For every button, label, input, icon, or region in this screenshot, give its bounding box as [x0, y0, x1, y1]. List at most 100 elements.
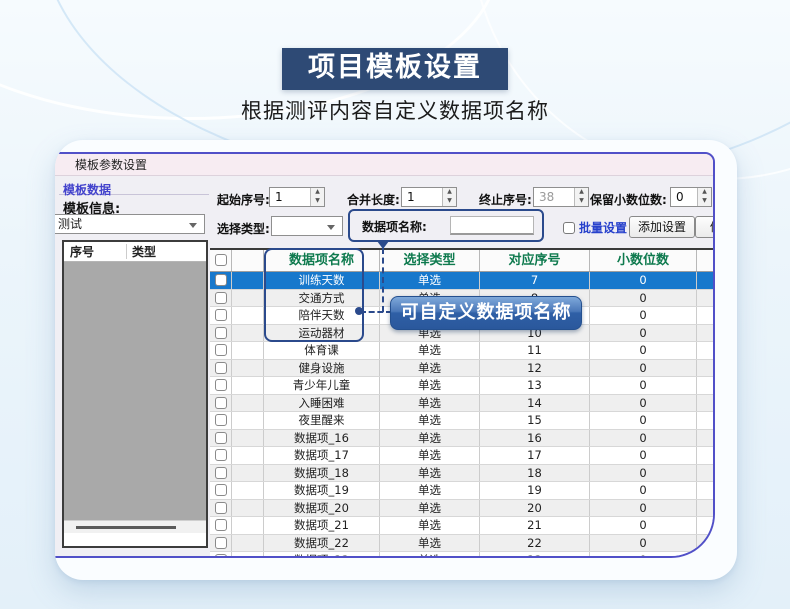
template-list-body[interactable] [64, 262, 206, 520]
select-all-checkbox[interactable] [215, 254, 227, 266]
spinner-arrows-icon[interactable]: ▲▼ [442, 188, 456, 206]
row-checkbox[interactable] [215, 467, 227, 479]
row-checkbox[interactable] [215, 344, 227, 356]
select-type-cell: 单选 [380, 535, 480, 552]
table-row[interactable]: 训练天数单选70 [210, 272, 715, 290]
table-row[interactable]: 数据项_22单选220 [210, 535, 715, 553]
start-serial-stepper[interactable]: 1 ▲▼ [269, 187, 325, 207]
decimals-cell: 0 [590, 360, 697, 377]
row-checkbox[interactable] [215, 414, 227, 426]
add-setting-button[interactable]: 添加设置 [629, 216, 695, 238]
row-handle-cell [232, 482, 264, 499]
row-checkbox[interactable] [215, 379, 227, 391]
template-list-header: 序号 类型 [64, 242, 206, 262]
table-row[interactable]: 入睡困难单选140 [210, 395, 715, 413]
item-name-cell: 青少年儿童 [264, 377, 380, 394]
row-checkbox[interactable] [215, 484, 227, 496]
row-handle-cell [232, 412, 264, 429]
row-handle-cell [232, 552, 264, 558]
table-row[interactable]: 数据项_23单选230 [210, 552, 715, 558]
item-name-cell: 数据项_19 [264, 482, 380, 499]
row-checkbox[interactable] [215, 292, 227, 304]
row-handle-cell [232, 360, 264, 377]
merge-length-stepper[interactable]: 1 ▲▼ [401, 187, 457, 207]
clipped-cell [697, 482, 715, 499]
row-checkbox[interactable] [215, 519, 227, 531]
select-type-dropdown[interactable] [271, 216, 343, 236]
dashed-connector-horizontal [360, 311, 392, 313]
row-checkbox[interactable] [215, 274, 227, 286]
header-separator [126, 244, 127, 259]
select-type-cell: 单选 [380, 395, 480, 412]
start-serial-label: 起始序号: [217, 191, 270, 208]
row-checkbox[interactable] [215, 309, 227, 321]
table-row[interactable]: 数据项_20单选200 [210, 500, 715, 518]
checkbox-icon [563, 222, 575, 234]
clipped-cell [697, 465, 715, 482]
row-handle-cell [232, 395, 264, 412]
table-row[interactable]: 夜里醒来单选150 [210, 412, 715, 430]
item-name-cell: 数据项_16 [264, 430, 380, 447]
template-item-list[interactable]: 序号 类型 [62, 240, 208, 548]
item-name-cell: 数据项_18 [264, 465, 380, 482]
batch-setting-label: 批量设置 [579, 219, 627, 236]
row-checkbox[interactable] [215, 362, 227, 374]
group-label: 模板数据 [63, 181, 111, 198]
header-decimals[interactable]: 小数位数 [590, 250, 697, 271]
table-row[interactable]: 数据项_19单选190 [210, 482, 715, 500]
serial-cell: 15 [480, 412, 590, 429]
header-item-name[interactable]: 数据项名称 [264, 250, 380, 271]
table-row[interactable]: 数据项_17单选170 [210, 447, 715, 465]
end-serial-value: 38 [534, 188, 574, 206]
batch-setting-checkbox[interactable]: 批量设置 [563, 219, 627, 236]
clipped-cell [697, 535, 715, 552]
clipped-cell [697, 272, 715, 289]
item-name-label: 数据项名称: [362, 218, 427, 235]
table-row[interactable]: 青少年儿童单选130 [210, 377, 715, 395]
clipped-cell [697, 307, 715, 324]
spinner-arrows-icon[interactable]: ▲▼ [310, 188, 324, 206]
horizontal-scrollbar[interactable] [64, 520, 206, 533]
decimals-cell: 0 [590, 290, 697, 307]
table-row[interactable]: 数据项_21单选210 [210, 517, 715, 535]
row-checkbox[interactable] [215, 554, 227, 558]
decimals-cell: 0 [590, 342, 697, 359]
decimal-places-stepper[interactable]: 0 ▲▼ [670, 187, 712, 207]
row-handle-cell [232, 342, 264, 359]
decimals-cell: 0 [590, 325, 697, 342]
table-row[interactable]: 健身设施单选120 [210, 360, 715, 378]
select-type-cell: 单选 [380, 272, 480, 289]
dashed-connector-vertical [382, 248, 384, 312]
spinner-arrows-icon: ▲▼ [574, 188, 588, 206]
select-type-cell: 单选 [380, 342, 480, 359]
row-handle-cell [232, 325, 264, 342]
chevron-down-icon [189, 223, 197, 228]
row-handle-cell [232, 500, 264, 517]
row-checkbox[interactable] [215, 397, 227, 409]
header-serial[interactable]: 对应序号 [480, 250, 590, 271]
select-type-cell: 单选 [380, 360, 480, 377]
row-checkbox[interactable] [215, 432, 227, 444]
spinner-arrows-icon[interactable]: ▲▼ [697, 188, 711, 206]
table-row[interactable]: 体育课单选110 [210, 342, 715, 360]
item-name-input[interactable] [450, 216, 534, 235]
item-name-cell: 数据项_20 [264, 500, 380, 517]
window-title: 模板参数设置 [75, 158, 147, 172]
table-row[interactable]: 数据项_16单选160 [210, 430, 715, 448]
header-clipped-cell [697, 250, 715, 271]
clipped-cell [697, 500, 715, 517]
item-name-cell: 训练天数 [264, 272, 380, 289]
decimals-cell: 0 [590, 412, 697, 429]
table-row[interactable]: 数据项_18单选180 [210, 465, 715, 483]
modify-button[interactable]: 修改 [695, 216, 715, 238]
clipped-cell [697, 377, 715, 394]
row-checkbox[interactable] [215, 537, 227, 549]
scrollbar-thumb[interactable] [76, 526, 176, 529]
clipped-cell [697, 325, 715, 342]
template-select[interactable]: 测试 [55, 214, 205, 234]
row-checkbox[interactable] [215, 449, 227, 461]
row-checkbox[interactable] [215, 502, 227, 514]
row-checkbox[interactable] [215, 327, 227, 339]
header-select-type[interactable]: 选择类型 [380, 250, 480, 271]
row-handle-cell [232, 465, 264, 482]
